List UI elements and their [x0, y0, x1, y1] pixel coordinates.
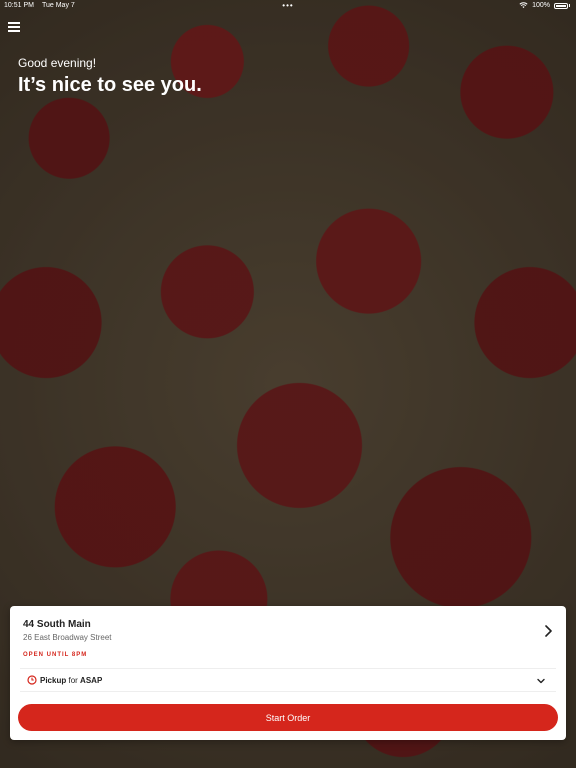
- status-date: Tue May 7: [41, 2, 75, 9]
- status-bar: 10:51 PM Tue May 7 ••• 100%: [0, 0, 576, 14]
- order-card: 44 South Main 26 East Broadway Street OP…: [10, 606, 566, 740]
- battery-cap: [569, 4, 570, 7]
- battery-percent: 100%: [532, 2, 550, 9]
- battery-icon: [554, 2, 568, 9]
- wifi-icon: [519, 2, 528, 9]
- store-name[interactable]: 44 South Main: [23, 619, 91, 630]
- greeting-text: Good evening!: [18, 56, 97, 70]
- order-type-selector[interactable]: Pickup for ASAP: [20, 668, 556, 692]
- page-title: It’s nice to see you.: [18, 74, 202, 96]
- clock-icon: [27, 675, 37, 685]
- order-type-text: Pickup for ASAP: [40, 676, 102, 685]
- order-time: ASAP: [80, 675, 103, 685]
- chevron-down-icon: [537, 678, 545, 684]
- chevron-right-icon[interactable]: [542, 624, 554, 638]
- multitasking-dots[interactable]: •••: [282, 1, 293, 10]
- menu-icon[interactable]: [8, 22, 20, 32]
- store-address: 26 East Broadway Street: [23, 633, 112, 642]
- status-time: 10:51 PM: [4, 2, 34, 9]
- order-for-word: for: [68, 675, 78, 685]
- order-mode: Pickup: [40, 675, 67, 685]
- store-hours-badge: OPEN UNTIL 8PM: [23, 652, 88, 658]
- start-order-button[interactable]: Start Order: [18, 704, 558, 731]
